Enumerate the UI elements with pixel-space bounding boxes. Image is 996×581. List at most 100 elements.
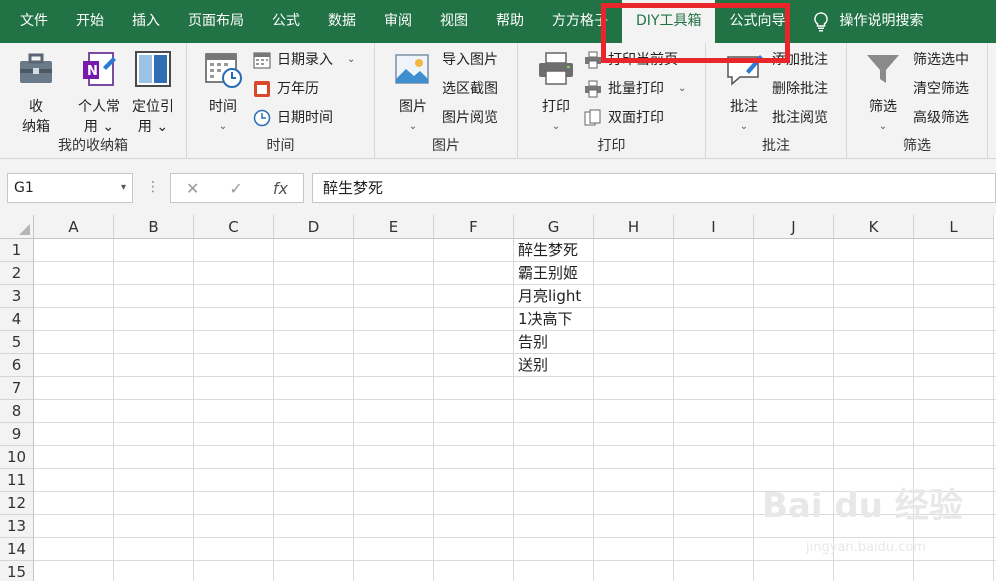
row-header[interactable]: 5: [0, 331, 34, 354]
menu-review[interactable]: 审阅: [370, 0, 426, 43]
cell-value[interactable]: 告别: [518, 331, 548, 354]
column-header[interactable]: F: [434, 215, 514, 239]
group-label-time: 时间: [266, 138, 295, 154]
menu-file[interactable]: 文件: [0, 0, 62, 43]
personal-common-button[interactable]: N 个人常 用 ⌄: [72, 49, 126, 137]
import-picture-button[interactable]: 导入图片: [442, 47, 498, 73]
tell-me-label: 操作说明搜索: [839, 13, 924, 29]
storage-box-button[interactable]: 收 纳箱: [10, 49, 62, 137]
perpetual-calendar-label: 万年历: [277, 81, 319, 97]
time-button[interactable]: 时间 ⌄: [201, 49, 245, 137]
formula-input[interactable]: 醉生梦死: [312, 173, 996, 203]
row-header[interactable]: 13: [0, 515, 34, 538]
insert-function-icon[interactable]: fx: [273, 179, 288, 198]
formula-bar-grip-icon[interactable]: ⋮: [146, 179, 160, 195]
row-header[interactable]: 1: [0, 239, 34, 262]
menu-bar: 文件 开始 插入 页面布局 公式 数据 审阅 视图 帮助 方方格子 DIY工具箱…: [0, 0, 996, 43]
row-header[interactable]: 9: [0, 423, 34, 446]
date-entry-button[interactable]: 日期录入 ⌄: [253, 47, 355, 73]
menu-data[interactable]: 数据: [314, 0, 370, 43]
chevron-down-icon: ⌄: [347, 54, 356, 65]
picture-browse-button[interactable]: 图片阅览: [442, 105, 498, 131]
locate-ref-button[interactable]: 定位引 用 ⌄: [126, 49, 180, 137]
column-header[interactable]: K: [834, 215, 914, 239]
menu-page-layout[interactable]: 页面布局: [174, 0, 258, 43]
column-header[interactable]: D: [274, 215, 354, 239]
cell-value[interactable]: 醉生梦死: [518, 239, 578, 262]
group-label-comment: 批注: [762, 138, 790, 154]
advanced-filter-button[interactable]: 高级筛选: [913, 105, 969, 131]
filter-button[interactable]: 筛选 ⌄: [861, 49, 905, 137]
filter-selected-button[interactable]: 筛选选中: [913, 47, 969, 73]
filter-label: 筛选: [869, 99, 897, 115]
batch-print-button[interactable]: 批量打印 ⌄: [584, 76, 686, 102]
cell-value[interactable]: 送别: [518, 354, 548, 377]
formula-bar: G1 ▾ ⋮ ✕ ✓ fx 醉生梦死: [0, 159, 996, 215]
delete-comment-button[interactable]: 删除批注: [772, 76, 828, 102]
picture-browse-label: 图片阅览: [442, 110, 498, 126]
column-header[interactable]: L: [914, 215, 994, 239]
menu-help[interactable]: 帮助: [482, 0, 538, 43]
region-screenshot-button[interactable]: 选区截图: [442, 76, 498, 102]
row-header[interactable]: 10: [0, 446, 34, 469]
cancel-icon[interactable]: ✕: [186, 179, 199, 198]
menu-formulas[interactable]: 公式: [258, 0, 314, 43]
duplex-icon: [584, 109, 601, 126]
baidu-watermark-url: jingyan.baidu.com: [806, 540, 926, 555]
row-header[interactable]: 12: [0, 492, 34, 515]
column-header[interactable]: I: [674, 215, 754, 239]
select-all-corner[interactable]: [0, 215, 34, 239]
row-header[interactable]: 14: [0, 538, 34, 561]
browse-comment-button[interactable]: 批注阅览: [772, 105, 828, 131]
row-header[interactable]: 8: [0, 400, 34, 423]
filter-selected-label: 筛选选中: [913, 52, 969, 68]
ribbon: 收 纳箱 N 个人常 用 ⌄ 定位引 用 ⌄ 我的收纳箱 时间 ⌄ 日期录入 ⌄…: [0, 43, 996, 159]
column-header[interactable]: G: [514, 215, 594, 239]
name-box[interactable]: G1 ▾: [7, 173, 133, 203]
cell-value[interactable]: 月亮light: [518, 285, 581, 308]
baidu-watermark: Bai du 经验: [762, 486, 963, 526]
row-header[interactable]: 2: [0, 262, 34, 285]
row-header[interactable]: 15: [0, 561, 34, 581]
clear-filter-button[interactable]: 清空筛选: [913, 76, 969, 102]
group-label-storage: 我的收纳箱: [58, 138, 128, 154]
row-header[interactable]: 4: [0, 308, 34, 331]
svg-text:N: N: [87, 64, 98, 79]
column-header[interactable]: A: [34, 215, 114, 239]
region-screenshot-label: 选区截图: [442, 81, 498, 97]
duplex-print-label: 双面打印: [608, 110, 664, 126]
column-header[interactable]: H: [594, 215, 674, 239]
date-time-button[interactable]: 日期时间: [253, 105, 333, 131]
printer-icon: [539, 52, 573, 85]
time-label: 时间: [209, 99, 237, 115]
cell-area[interactable]: [34, 239, 996, 581]
personal-common-label: 个人常 用 ⌄: [78, 99, 120, 135]
column-header[interactable]: C: [194, 215, 274, 239]
print-button[interactable]: 打印 ⌄: [534, 49, 578, 137]
calendar-grid-icon: [253, 52, 271, 69]
menu-view[interactable]: 视图: [426, 0, 482, 43]
duplex-print-button[interactable]: 双面打印: [584, 105, 664, 131]
column-header[interactable]: B: [114, 215, 194, 239]
storage-box-label: 收 纳箱: [22, 99, 50, 135]
name-box-value: G1: [14, 180, 34, 196]
column-header[interactable]: J: [754, 215, 834, 239]
cell-value[interactable]: 霸王别姬: [518, 262, 578, 285]
chevron-down-icon: ⌄: [218, 121, 228, 132]
cell-value[interactable]: 1决高下: [518, 308, 573, 331]
menu-insert[interactable]: 插入: [118, 0, 174, 43]
menu-home[interactable]: 开始: [62, 0, 118, 43]
row-header[interactable]: 6: [0, 354, 34, 377]
row-header[interactable]: 11: [0, 469, 34, 492]
group-label-filter: 筛选: [903, 138, 931, 154]
tell-me-search[interactable]: 操作说明搜索: [799, 0, 937, 43]
formula-tools: ✕ ✓ fx: [170, 173, 304, 203]
enter-icon[interactable]: ✓: [229, 179, 242, 198]
row-header[interactable]: 3: [0, 285, 34, 308]
chevron-down-icon: ⌄: [739, 121, 749, 132]
row-header[interactable]: 7: [0, 377, 34, 400]
locate-ref-label: 定位引 用 ⌄: [132, 99, 174, 135]
column-header[interactable]: E: [354, 215, 434, 239]
picture-button[interactable]: 图片 ⌄: [391, 49, 435, 137]
perpetual-calendar-button[interactable]: 万年历: [253, 76, 319, 102]
